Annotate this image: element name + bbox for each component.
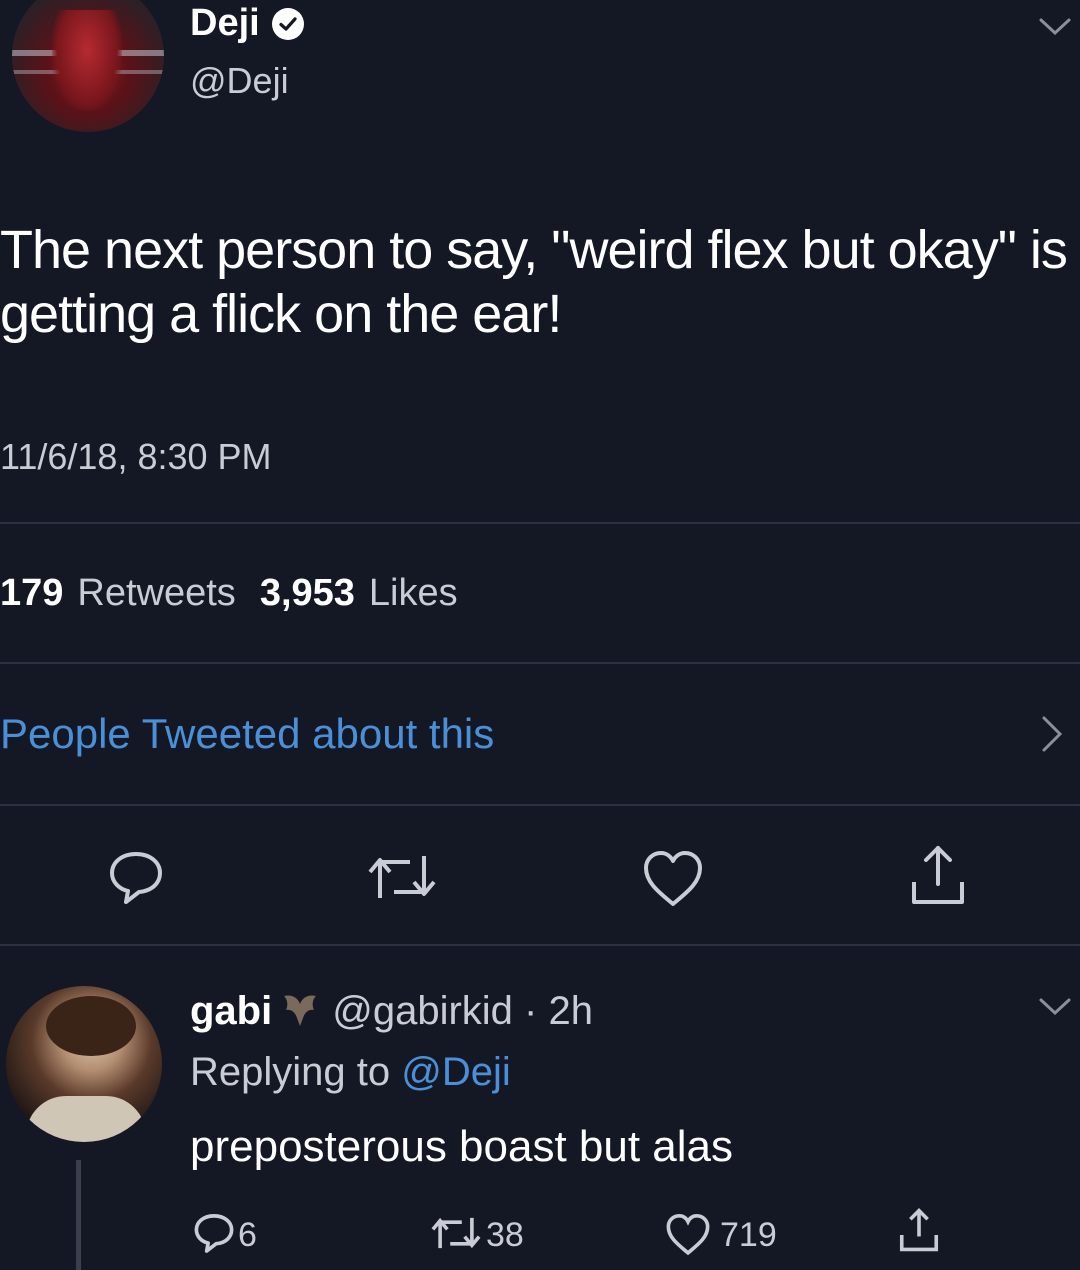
divider bbox=[0, 662, 1080, 664]
author-display-name[interactable]: Deji bbox=[190, 2, 260, 45]
bat-emoji-icon bbox=[280, 990, 320, 1030]
reply-retweet-icon[interactable] bbox=[430, 1212, 482, 1259]
replying-to-mention[interactable]: @Deji bbox=[401, 1050, 511, 1094]
likes-count[interactable]: 3,953 bbox=[260, 572, 355, 615]
author-avatar[interactable] bbox=[12, 0, 164, 132]
like-icon[interactable] bbox=[640, 848, 706, 913]
chevron-right-icon[interactable] bbox=[1040, 714, 1064, 759]
reply-icon[interactable] bbox=[106, 846, 166, 911]
retweets-label[interactable]: Retweets bbox=[77, 572, 235, 615]
replying-to: Replying to @Deji bbox=[190, 1050, 511, 1095]
retweets-count[interactable]: 179 bbox=[0, 572, 63, 615]
retweet-icon[interactable] bbox=[366, 848, 438, 911]
thread-line bbox=[76, 1160, 81, 1270]
author-name-row: Deji bbox=[190, 2, 304, 45]
divider bbox=[0, 522, 1080, 524]
reply-share-icon[interactable] bbox=[896, 1206, 942, 1259]
reply-handle-time[interactable]: @gabirkid · 2h bbox=[332, 989, 593, 1034]
reply-count: 6 bbox=[238, 1216, 257, 1254]
people-tweeted-link[interactable]: People Tweeted about this bbox=[0, 710, 494, 758]
tweet-text: The next person to say, "weird flex but … bbox=[0, 220, 1068, 344]
divider bbox=[0, 804, 1080, 806]
reply-text: preposterous boast but alas bbox=[190, 1122, 734, 1171]
reply-reply-icon[interactable] bbox=[192, 1210, 236, 1259]
reply-header: gabi @gabirkid · 2h bbox=[190, 984, 593, 1034]
share-icon[interactable] bbox=[906, 842, 970, 913]
tweet-stats: 179 Retweets 3,953 Likes bbox=[0, 572, 482, 615]
replying-to-label: Replying to bbox=[190, 1050, 391, 1094]
reply-author-avatar[interactable] bbox=[6, 986, 162, 1142]
tweet-menu-chevron-down-icon[interactable] bbox=[1038, 16, 1072, 43]
reply-like-icon[interactable] bbox=[664, 1212, 712, 1261]
author-handle[interactable]: @Deji bbox=[190, 60, 289, 102]
tweet-timestamp: 11/6/18, 8:30 PM bbox=[0, 436, 272, 477]
reply-like-count: 719 bbox=[720, 1216, 777, 1254]
reply-display-name[interactable]: gabi bbox=[190, 989, 272, 1034]
divider bbox=[0, 944, 1080, 946]
likes-label[interactable]: Likes bbox=[369, 572, 458, 615]
reply-retweet-count: 38 bbox=[486, 1216, 524, 1254]
verified-badge-icon bbox=[271, 7, 304, 40]
reply-menu-chevron-down-icon[interactable] bbox=[1038, 996, 1072, 1023]
